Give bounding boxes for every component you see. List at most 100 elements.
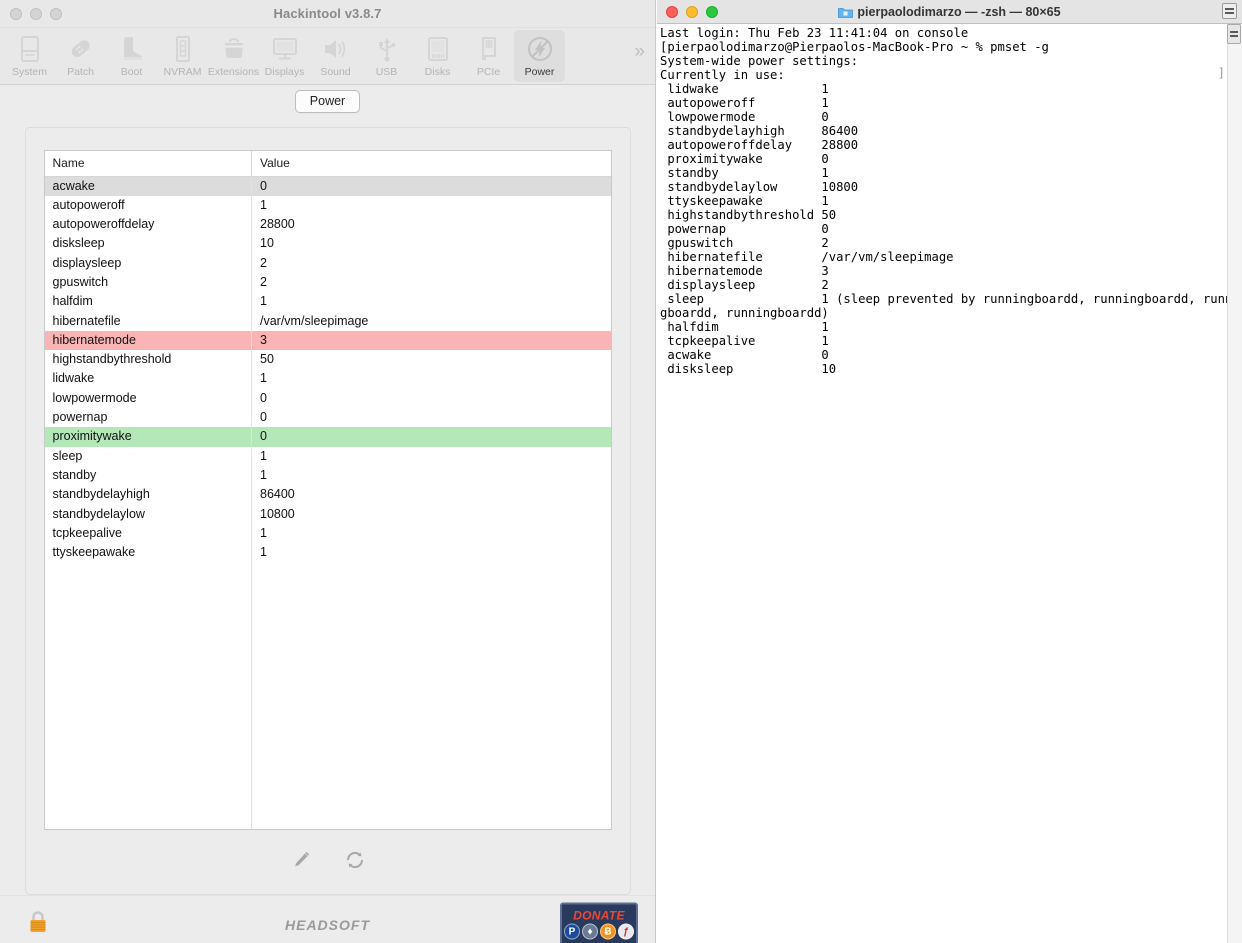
- cell-name: standby: [44, 465, 252, 486]
- toolbar-label: Sound: [320, 66, 351, 78]
- toolbar-item-disks[interactable]: Disks: [412, 30, 463, 82]
- scrollbar-button[interactable]: [1227, 24, 1241, 44]
- toolbar-item-displays[interactable]: Displays: [259, 30, 310, 82]
- column-header-value[interactable]: Value: [251, 151, 611, 177]
- table-row[interactable]: lidwake 1: [44, 369, 611, 389]
- toolbar-label: System: [11, 66, 47, 78]
- table-row[interactable]: disksleep 10: [44, 234, 611, 254]
- cell-name: autopoweroffdelay: [44, 215, 252, 235]
- ethereum-icon[interactable]: ♦: [582, 923, 598, 940]
- edit-button[interactable]: [285, 849, 317, 875]
- toolbar-label: Power: [524, 66, 555, 78]
- cell-value: 3: [251, 330, 611, 351]
- hackintool-window: Hackintool v3.8.7 System Patch Boot NVRA…: [0, 0, 656, 943]
- tab-power[interactable]: Power: [294, 90, 361, 113]
- toolbar-overflow-button[interactable]: »: [634, 42, 645, 61]
- terminal-title: pierpaolodimarzo — -zsh — 80×65: [857, 4, 1061, 19]
- toolbar-label: Disks: [424, 66, 451, 78]
- monitor-icon: [271, 33, 299, 64]
- toolbar-item-patch[interactable]: Patch: [55, 30, 106, 82]
- toolbar-item-power[interactable]: Power: [514, 30, 565, 82]
- cell-name: displaysleep: [44, 253, 252, 273]
- table-row[interactable]: autopoweroff 1: [44, 195, 611, 216]
- table-row[interactable]: standbydelayhigh 86400: [44, 485, 611, 505]
- table-row[interactable]: hibernatemode 3: [44, 330, 611, 351]
- cell-value: 0: [260, 390, 267, 405]
- cell-value: 0: [260, 410, 267, 425]
- cell-value: 86400: [260, 487, 295, 502]
- zoom-button[interactable]: [50, 7, 62, 20]
- window-title: Hackintool v3.8.7: [273, 6, 382, 21]
- headsoft-logo: HEADSOFT: [285, 916, 370, 933]
- pencil-edit-icon: [289, 848, 313, 877]
- cell-value: 1: [260, 448, 267, 463]
- tab-bar: Power: [0, 85, 655, 118]
- bitcoin-icon[interactable]: Ƀ: [600, 923, 616, 940]
- cell-name: halfdim: [44, 292, 252, 312]
- minimize-button[interactable]: [686, 5, 698, 18]
- speaker-icon: [322, 33, 350, 64]
- terminal-content[interactable]: Last login: Thu Feb 23 11:41:04 on conso…: [657, 24, 1242, 943]
- table-row[interactable]: acwake 0: [44, 176, 611, 196]
- donate-button[interactable]: DONATE P ♦ Ƀ ƒ: [560, 902, 638, 943]
- cell-value: 50: [260, 352, 274, 367]
- table-header-row: Name Value: [44, 151, 611, 177]
- usb-icon: [376, 33, 398, 64]
- refresh-button[interactable]: [339, 849, 371, 875]
- toolbar-item-usb[interactable]: USB: [361, 30, 412, 82]
- table-row[interactable]: autopoweroffdelay 28800: [44, 215, 611, 235]
- table-row[interactable]: halfdim 1: [44, 292, 611, 312]
- table-row[interactable]: standby 1: [44, 465, 611, 486]
- toolbar-item-sound[interactable]: Sound: [310, 30, 361, 82]
- table-row[interactable]: displaysleep 2: [44, 253, 611, 273]
- toolbar-label: Displays: [264, 66, 305, 78]
- close-button[interactable]: [10, 7, 22, 20]
- cell-name: hibernatefile: [44, 311, 252, 331]
- table-row[interactable]: gpuswitch 2: [44, 272, 611, 293]
- terminal-toolbar-button[interactable]: [1222, 3, 1237, 19]
- toolbar-item-system[interactable]: System: [4, 30, 55, 82]
- folder-icon: [838, 6, 854, 18]
- power-panel: Name Value acwake 0 autopoweroff 1 autopower…: [24, 127, 631, 895]
- toolbar-label: Boot: [120, 66, 143, 78]
- zoom-button[interactable]: [706, 5, 718, 18]
- table-row[interactable]: sleep 1: [44, 446, 611, 466]
- cell-value: 28800: [260, 217, 295, 232]
- toolbox-icon: [221, 33, 247, 64]
- table-row[interactable]: hibernatefile/var/vm/sleepimage: [44, 311, 611, 331]
- table-row[interactable]: lowpowermode 0: [44, 388, 611, 409]
- minimize-button[interactable]: [30, 7, 42, 20]
- toolbar-item-extensions[interactable]: Extensions: [208, 30, 259, 82]
- table-row[interactable]: standbydelaylow 10800: [44, 504, 611, 524]
- cell-name: highstandbythreshold: [44, 350, 252, 370]
- table-row[interactable]: powernap 0: [44, 408, 611, 428]
- cell-name: proximitywake: [44, 427, 252, 447]
- table-row[interactable]: proximitywake 0: [44, 427, 611, 447]
- cell-name: autopoweroff: [44, 195, 252, 216]
- cell-name: disksleep: [44, 234, 252, 254]
- cell-name: powernap: [44, 408, 252, 428]
- close-button[interactable]: [666, 5, 678, 18]
- column-header-name[interactable]: Name: [44, 151, 252, 177]
- table-row[interactable]: ttyskeepawake 1: [44, 543, 611, 563]
- toolbar-item-nvram[interactable]: NVRAM: [157, 30, 208, 82]
- cell-name: acwake: [44, 176, 252, 196]
- screen: Hackintool v3.8.7 System Patch Boot NVRA…: [0, 0, 1242, 943]
- cell-value: 2: [260, 255, 267, 270]
- toolbar-item-pcie[interactable]: PCIe: [463, 30, 514, 82]
- table-row[interactable]: highstandbythreshold 50: [44, 350, 611, 370]
- cell-value: 1: [260, 371, 267, 386]
- toolbar-label: NVRAM: [163, 66, 202, 78]
- toolbar-label: PCIe: [476, 66, 501, 78]
- toolbar-label: USB: [375, 66, 398, 78]
- cell-name: tcpkeepalive: [44, 523, 252, 544]
- power-settings-table[interactable]: Name Value acwake 0 autopoweroff 1 autopower…: [43, 150, 612, 830]
- paypal-icon[interactable]: P: [564, 923, 580, 940]
- coin-icon[interactable]: ƒ: [618, 923, 634, 940]
- hackintool-titlebar: Hackintool v3.8.7: [0, 0, 655, 28]
- toolbar-item-boot[interactable]: Boot: [106, 30, 157, 82]
- table-row[interactable]: tcpkeepalive 1: [44, 523, 611, 544]
- terminal-title-group: pierpaolodimarzo — -zsh — 80×65: [657, 5, 1242, 19]
- bandage-icon: [68, 33, 94, 64]
- terminal-scrollbar[interactable]: [1227, 24, 1242, 943]
